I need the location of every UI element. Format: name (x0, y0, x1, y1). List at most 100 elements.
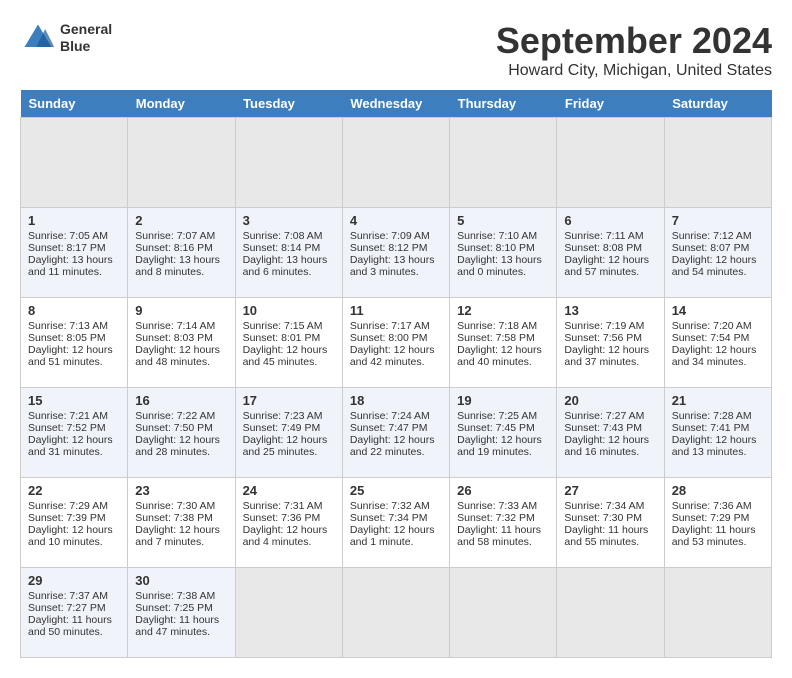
day-number: 9 (135, 303, 227, 318)
day-info: Daylight: 12 hours (350, 434, 442, 446)
day-info: Daylight: 12 hours (243, 434, 335, 446)
day-number: 21 (672, 393, 764, 408)
day-header-tuesday: Tuesday (235, 90, 342, 118)
day-number: 17 (243, 393, 335, 408)
calendar-cell: 4Sunrise: 7:09 AMSunset: 8:12 PMDaylight… (342, 208, 449, 298)
day-number: 3 (243, 213, 335, 228)
day-number: 7 (672, 213, 764, 228)
calendar-cell: 5Sunrise: 7:10 AMSunset: 8:10 PMDaylight… (450, 208, 557, 298)
day-number: 10 (243, 303, 335, 318)
day-info: and 6 minutes. (243, 266, 335, 278)
calendar-cell: 11Sunrise: 7:17 AMSunset: 8:00 PMDayligh… (342, 298, 449, 388)
logo-text: General Blue (60, 21, 112, 55)
calendar-cell: 20Sunrise: 7:27 AMSunset: 7:43 PMDayligh… (557, 388, 664, 478)
day-info: Daylight: 12 hours (135, 434, 227, 446)
day-info: Daylight: 12 hours (457, 344, 549, 356)
day-number: 23 (135, 483, 227, 498)
day-info: Sunrise: 7:37 AM (28, 590, 120, 602)
day-info: and 22 minutes. (350, 446, 442, 458)
day-info: Sunset: 8:05 PM (28, 332, 120, 344)
day-header-sunday: Sunday (21, 90, 128, 118)
day-number: 26 (457, 483, 549, 498)
calendar-cell (342, 118, 449, 208)
day-info: Sunrise: 7:07 AM (135, 230, 227, 242)
calendar-table: SundayMondayTuesdayWednesdayThursdayFrid… (20, 90, 772, 658)
calendar-week-3: 15Sunrise: 7:21 AMSunset: 7:52 PMDayligh… (21, 388, 772, 478)
day-info: Daylight: 11 hours (28, 614, 120, 626)
day-info: and 55 minutes. (564, 536, 656, 548)
calendar-cell: 3Sunrise: 7:08 AMSunset: 8:14 PMDaylight… (235, 208, 342, 298)
day-info: and 7 minutes. (135, 536, 227, 548)
day-info: and 19 minutes. (457, 446, 549, 458)
calendar-week-2: 8Sunrise: 7:13 AMSunset: 8:05 PMDaylight… (21, 298, 772, 388)
calendar-cell: 6Sunrise: 7:11 AMSunset: 8:08 PMDaylight… (557, 208, 664, 298)
day-header-wednesday: Wednesday (342, 90, 449, 118)
day-info: Sunset: 7:50 PM (135, 422, 227, 434)
calendar-header-row: SundayMondayTuesdayWednesdayThursdayFrid… (21, 90, 772, 118)
day-info: Sunrise: 7:22 AM (135, 410, 227, 422)
day-number: 13 (564, 303, 656, 318)
calendar-cell (557, 118, 664, 208)
day-info: Daylight: 11 hours (672, 524, 764, 536)
logo: General Blue (20, 20, 112, 56)
day-info: Sunrise: 7:15 AM (243, 320, 335, 332)
day-info: Sunset: 7:39 PM (28, 512, 120, 524)
day-number: 6 (564, 213, 656, 228)
day-info: Sunset: 7:36 PM (243, 512, 335, 524)
day-info: Sunrise: 7:10 AM (457, 230, 549, 242)
day-info: Daylight: 12 hours (672, 434, 764, 446)
day-header-friday: Friday (557, 90, 664, 118)
day-info: Sunrise: 7:25 AM (457, 410, 549, 422)
day-info: Sunset: 7:32 PM (457, 512, 549, 524)
day-info: Daylight: 13 hours (135, 254, 227, 266)
logo-icon (20, 20, 56, 56)
day-info: Sunset: 8:10 PM (457, 242, 549, 254)
day-header-saturday: Saturday (664, 90, 771, 118)
calendar-cell: 14Sunrise: 7:20 AMSunset: 7:54 PMDayligh… (664, 298, 771, 388)
day-info: and 42 minutes. (350, 356, 442, 368)
calendar-cell: 15Sunrise: 7:21 AMSunset: 7:52 PMDayligh… (21, 388, 128, 478)
day-info: and 45 minutes. (243, 356, 335, 368)
day-info: and 34 minutes. (672, 356, 764, 368)
calendar-cell (664, 118, 771, 208)
day-info: Sunset: 7:47 PM (350, 422, 442, 434)
day-info: Sunrise: 7:32 AM (350, 500, 442, 512)
month-year: September 2024 (496, 20, 772, 62)
calendar-cell: 18Sunrise: 7:24 AMSunset: 7:47 PMDayligh… (342, 388, 449, 478)
calendar-cell (450, 568, 557, 658)
day-info: and 48 minutes. (135, 356, 227, 368)
day-info: and 50 minutes. (28, 626, 120, 638)
day-number: 18 (350, 393, 442, 408)
day-info: Daylight: 12 hours (672, 254, 764, 266)
day-info: and 0 minutes. (457, 266, 549, 278)
calendar-cell: 22Sunrise: 7:29 AMSunset: 7:39 PMDayligh… (21, 478, 128, 568)
day-info: Sunset: 8:12 PM (350, 242, 442, 254)
day-info: Sunset: 7:43 PM (564, 422, 656, 434)
day-info: Daylight: 11 hours (564, 524, 656, 536)
calendar-cell: 25Sunrise: 7:32 AMSunset: 7:34 PMDayligh… (342, 478, 449, 568)
calendar-cell (235, 568, 342, 658)
day-info: Sunset: 7:49 PM (243, 422, 335, 434)
day-info: and 51 minutes. (28, 356, 120, 368)
day-info: Sunrise: 7:13 AM (28, 320, 120, 332)
day-info: Sunrise: 7:11 AM (564, 230, 656, 242)
day-info: Sunset: 7:25 PM (135, 602, 227, 614)
calendar-cell: 9Sunrise: 7:14 AMSunset: 8:03 PMDaylight… (128, 298, 235, 388)
day-info: and 3 minutes. (350, 266, 442, 278)
day-header-thursday: Thursday (450, 90, 557, 118)
day-number: 30 (135, 573, 227, 588)
calendar-body: 1Sunrise: 7:05 AMSunset: 8:17 PMDaylight… (21, 118, 772, 658)
calendar-cell (21, 118, 128, 208)
calendar-cell: 19Sunrise: 7:25 AMSunset: 7:45 PMDayligh… (450, 388, 557, 478)
day-info: Daylight: 12 hours (135, 524, 227, 536)
calendar-cell: 13Sunrise: 7:19 AMSunset: 7:56 PMDayligh… (557, 298, 664, 388)
day-info: Sunset: 8:17 PM (28, 242, 120, 254)
day-info: Daylight: 12 hours (564, 344, 656, 356)
day-info: and 57 minutes. (564, 266, 656, 278)
day-info: Daylight: 13 hours (28, 254, 120, 266)
day-info: Daylight: 12 hours (28, 344, 120, 356)
day-info: Sunrise: 7:19 AM (564, 320, 656, 332)
day-number: 29 (28, 573, 120, 588)
calendar-cell: 23Sunrise: 7:30 AMSunset: 7:38 PMDayligh… (128, 478, 235, 568)
day-info: Sunrise: 7:21 AM (28, 410, 120, 422)
